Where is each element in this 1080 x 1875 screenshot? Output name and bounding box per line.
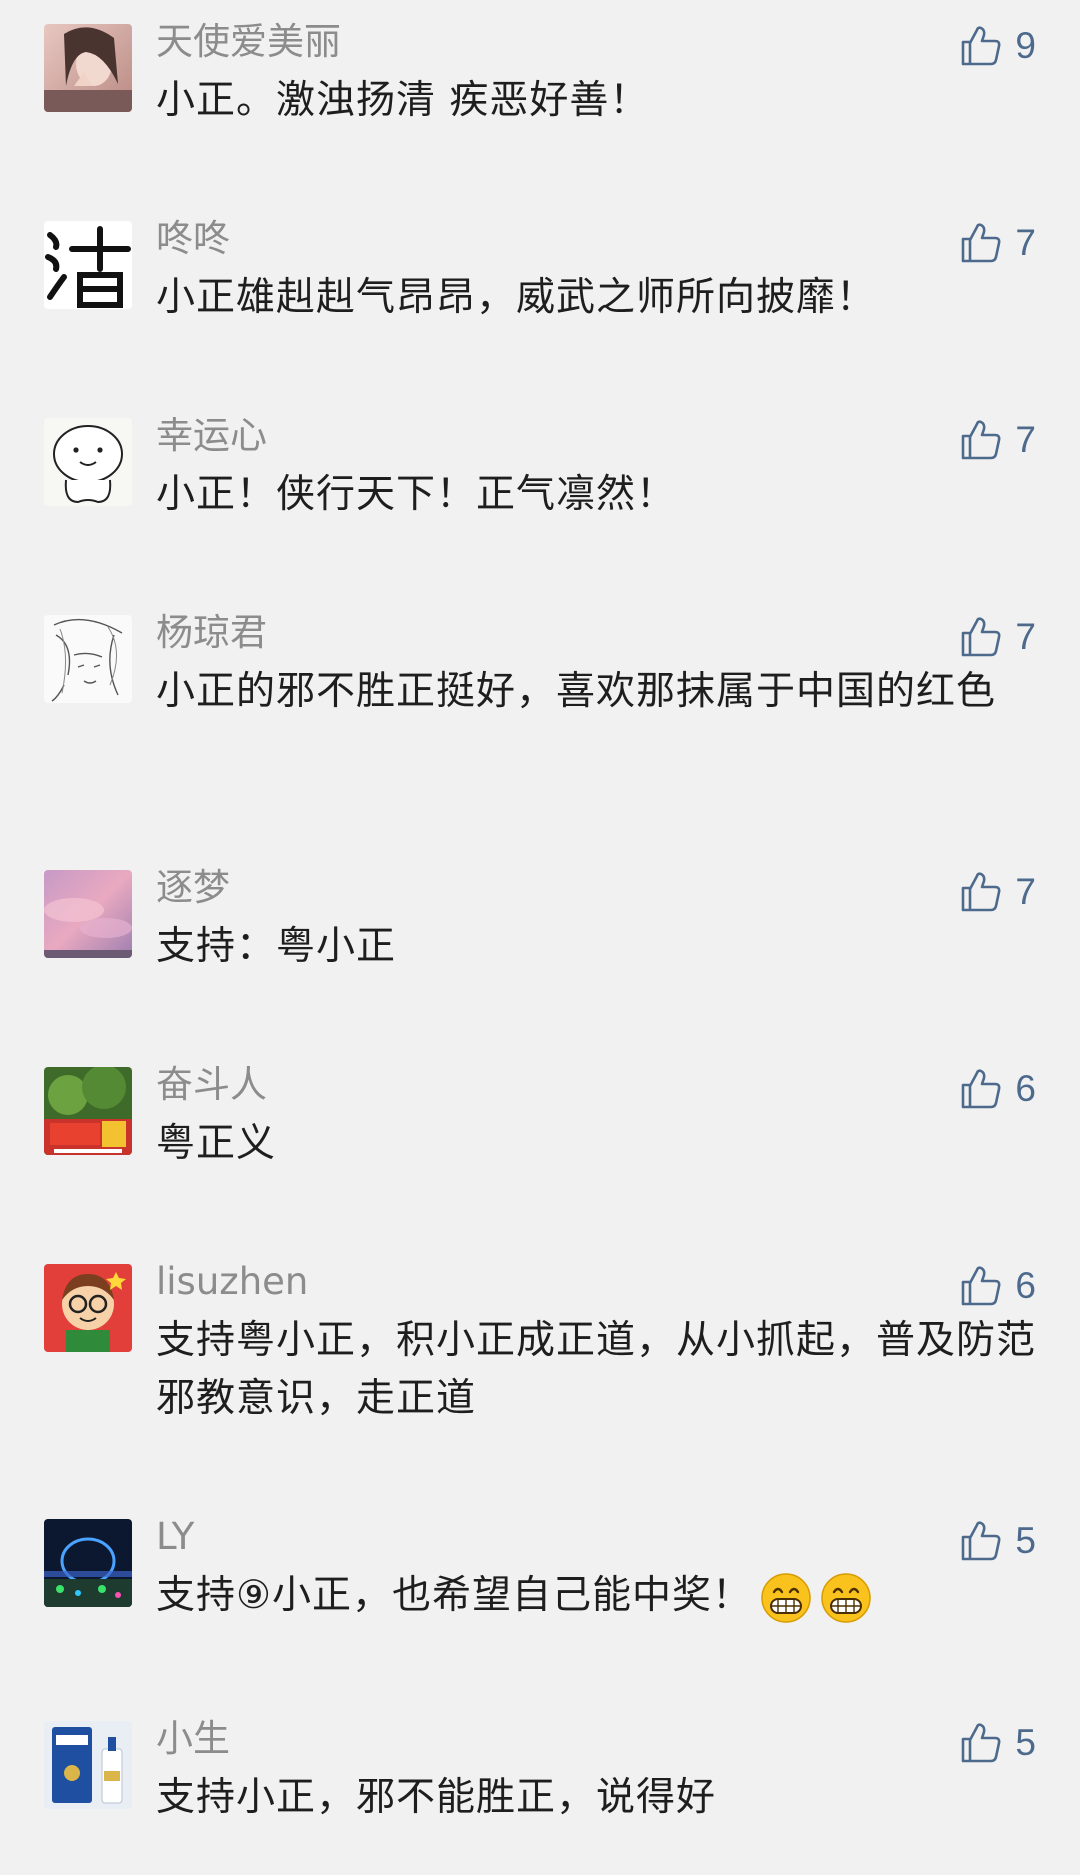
avatar[interactable] [44, 1519, 132, 1607]
like-count: 7 [1015, 871, 1036, 912]
comment-text-body: 支持⑨小正，也希望自己能中奖！ [156, 1573, 752, 1618]
like-button[interactable]: 7 [959, 864, 1036, 920]
portrait-photo-icon [44, 24, 132, 112]
anime-sketch-icon [44, 615, 132, 703]
like-count: 5 [1015, 1722, 1036, 1763]
avatar[interactable] [44, 615, 132, 703]
calligraphy-icon [44, 221, 132, 309]
thumbs-up-icon [962, 1723, 1001, 1763]
nickname[interactable]: 逐梦 [156, 862, 230, 914]
comment-text: 粤正义 [156, 1121, 277, 1166]
comment-list: 天使爱美丽 小正。激浊扬清 疾恶好善！ 9 咚咚 小正雄赳赳气昂昂，威武之师所向… [0, 0, 1080, 1875]
nickname[interactable]: 奋斗人 [156, 1059, 267, 1111]
national-day-icon [44, 1067, 132, 1155]
thumbs-up-icon [962, 26, 1001, 66]
nickname[interactable]: 小生 [156, 1713, 230, 1765]
grin-emoji-icon [821, 1572, 871, 1623]
like-button[interactable]: 6 [959, 1258, 1036, 1314]
thumbs-up-icon [962, 872, 1001, 912]
like-count: 6 [1015, 1068, 1036, 1109]
thumbs-up-icon [962, 1521, 1001, 1561]
like-button[interactable]: 7 [959, 412, 1036, 468]
nickname[interactable]: 咚咚 [156, 213, 230, 265]
like-count: 7 [1015, 616, 1036, 657]
comment-text: 支持粤小正，积小正成正道，从小抓起，普及防范邪教意识，走正道 [156, 1318, 1037, 1421]
grin-emoji-icon [761, 1572, 811, 1623]
like-count: 7 [1015, 222, 1036, 263]
like-count: 5 [1015, 1520, 1036, 1561]
avatar[interactable] [44, 1264, 132, 1352]
liquor-bottle-icon [44, 1721, 132, 1809]
night-stage-icon [44, 1519, 132, 1607]
thumbs-up-icon [962, 223, 1001, 263]
comment-text: 小正雄赳赳气昂昂，威武之师所向披靡！ [156, 275, 877, 320]
like-count: 9 [1015, 25, 1036, 66]
nickname[interactable]: 幸运心 [156, 410, 267, 462]
thumbs-up-icon [962, 1266, 1001, 1306]
nickname[interactable]: 杨琼君 [156, 607, 267, 659]
nickname[interactable]: 天使爱美丽 [156, 16, 341, 68]
avatar[interactable] [44, 1067, 132, 1155]
avatar[interactable] [44, 221, 132, 309]
avatar[interactable] [44, 1721, 132, 1809]
comment-text: 小正的邪不胜正挺好，喜欢那抹属于中国的红色 [156, 669, 997, 714]
like-button[interactable]: 7 [959, 215, 1036, 271]
like-count: 7 [1015, 419, 1036, 460]
cartoon-boy-icon [44, 1264, 132, 1352]
comment-text: 支持小正，邪不能胜正，说得好 [156, 1775, 717, 1820]
like-button[interactable]: 6 [959, 1061, 1036, 1117]
pink-sky-icon [44, 870, 132, 958]
like-button[interactable]: 5 [959, 1715, 1036, 1771]
thumbs-up-icon [962, 1069, 1001, 1109]
thumbs-up-icon [962, 420, 1001, 460]
avatar[interactable] [44, 870, 132, 958]
nickname[interactable]: LY [156, 1511, 194, 1563]
like-button[interactable]: 7 [959, 609, 1036, 665]
avatar[interactable] [44, 418, 132, 506]
comment-text: 支持：粤小正 [156, 924, 397, 969]
comment-text: 小正。激浊扬清 疾恶好善！ [156, 78, 650, 123]
avatar[interactable] [44, 24, 132, 112]
comment-text: 小正！侠行天下！正气凛然！ [156, 472, 677, 517]
cartoon-face-icon [44, 418, 132, 506]
like-button[interactable]: 5 [959, 1513, 1036, 1569]
like-button[interactable]: 9 [959, 18, 1036, 74]
thumbs-up-icon [962, 617, 1001, 657]
like-count: 6 [1015, 1265, 1036, 1306]
nickname[interactable]: lisuzhen [156, 1256, 308, 1308]
comment-text: 支持⑨小正，也希望自己能中奖！ [156, 1567, 1036, 1625]
